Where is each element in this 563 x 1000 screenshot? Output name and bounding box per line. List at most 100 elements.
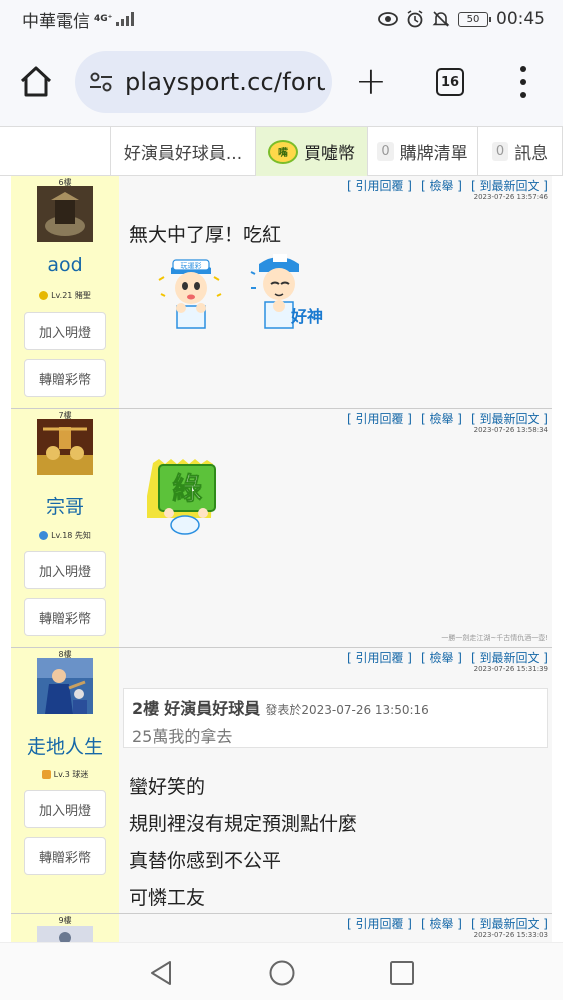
add-light-button[interactable]: 加入明燈 <box>24 790 106 828</box>
post-body: [ 引用回覆 ] [ 檢舉 ] [ 到最新回文 ] 2023-07-26 13:… <box>119 176 552 408</box>
username[interactable]: 走地人生 <box>11 732 119 759</box>
level-badge-icon <box>39 291 49 300</box>
quoted-post: 2樓 好演員好球員 發表於2023-07-26 13:50:16 25萬我的拿去 <box>123 688 548 748</box>
user-signature: 一勝一劍走江湖~千古情仇酒一壺! <box>441 634 548 642</box>
post-text-line: 規則裡沒有規定預測點什麼 <box>129 813 358 835</box>
post-text-line: 無大中了厚！吃紅 <box>129 224 282 246</box>
report-link[interactable]: [ 檢舉 ] <box>421 410 462 427</box>
eye-icon <box>378 12 398 26</box>
gift-coins-button[interactable]: 轉贈彩幣 <box>24 837 106 875</box>
floor-number: 9樓 <box>58 916 72 925</box>
carrier: 中華電信 4G⁺ <box>22 7 135 32</box>
buy-coins-label: 買噓幣 <box>304 144 355 164</box>
mute-bell-icon <box>432 11 450 27</box>
username[interactable]: aod <box>11 254 119 276</box>
quote-reply-link[interactable]: [ 引用回覆 ] <box>347 915 412 932</box>
add-light-button[interactable]: 加入明燈 <box>24 551 106 589</box>
alarm-icon <box>407 10 423 28</box>
quote-reply-link[interactable]: [ 引用回覆 ] <box>347 177 412 194</box>
tab-switcher-button[interactable]: 16 <box>436 68 464 96</box>
user-level-text: Lv.18 先知 <box>51 531 91 540</box>
buy-list-count: 0 <box>377 142 394 161</box>
battery-icon: 50 <box>458 11 491 27</box>
level-badge-icon <box>39 531 49 540</box>
post-list: 6樓 aod Lv.21 賭聖 加入明燈 轉贈彩幣 [ 引用回覆 ] [ 檢舉 … <box>0 176 563 942</box>
username[interactable]: 宗哥 <box>11 492 119 519</box>
post-actions: [ 引用回覆 ] [ 檢舉 ] [ 到最新回文 ] <box>347 177 548 194</box>
new-tab-button[interactable]: + <box>355 62 387 100</box>
status-bar: 中華電信 4G⁺ 50 00:45 <box>0 0 563 38</box>
post: 9樓 [ 引用回覆 ] [ 檢舉 ] [ 到最新回文 ] 2023-07-26 … <box>11 914 552 942</box>
post-time: 2023-07-26 13:58:34 <box>473 426 548 434</box>
buy-list-label: 購牌清單 <box>399 144 468 164</box>
post-actions: [ 引用回覆 ] [ 檢舉 ] [ 到最新回文 ] <box>347 915 548 932</box>
quote-reply-link[interactable]: [ 引用回覆 ] <box>347 410 412 427</box>
sticker-boy-2: 好神 <box>250 254 323 329</box>
post: 8樓 走地人生 Lv.3 球迷 加入明燈 轉贈彩幣 [ 引用回覆 ] [ 檢舉 … <box>11 648 552 914</box>
home-nav-icon[interactable] <box>268 959 296 987</box>
report-link[interactable]: [ 檢舉 ] <box>421 649 462 666</box>
post-author-panel: 7樓 宗哥 Lv.18 先知 加入明燈 轉贈彩幣 <box>11 409 119 647</box>
site-settings-icon[interactable] <box>87 68 115 96</box>
user-level-text: Lv.21 賭聖 <box>51 291 91 300</box>
report-link[interactable]: [ 檢舉 ] <box>421 177 462 194</box>
avatar[interactable] <box>37 926 93 942</box>
sticker-caption: 好神 <box>290 307 323 326</box>
messages-label: 訊息 <box>514 144 549 164</box>
post-actions: [ 引用回覆 ] [ 檢舉 ] [ 到最新回文 ] <box>347 410 548 427</box>
buy-list-link[interactable]: 0 購牌清單 <box>367 127 477 176</box>
site-nav: 好演員好球員... 嘴 買噓幣 0 購牌清單 0 訊息 <box>0 126 563 176</box>
gift-coins-button[interactable]: 轉贈彩幣 <box>24 359 106 397</box>
system-nav-bar <box>0 942 563 1000</box>
user-level: Lv.18 先知 <box>11 530 119 541</box>
back-icon[interactable] <box>148 959 174 987</box>
green-sign-sticker-image: 綠 <box>147 459 216 535</box>
post-author-panel: 9樓 <box>11 914 119 942</box>
network-type: 4G⁺ <box>94 13 113 24</box>
home-icon[interactable] <box>18 64 54 100</box>
post-author-panel: 8樓 走地人生 Lv.3 球迷 加入明燈 轉贈彩幣 <box>11 648 119 913</box>
report-link[interactable]: [ 檢舉 ] <box>421 915 462 932</box>
quote-author: 好演員好球員 <box>164 699 261 718</box>
to-latest-link[interactable]: [ 到最新回文 ] <box>471 410 548 427</box>
quote-floor: 2樓 <box>132 699 160 718</box>
address-bar[interactable]: playsport.cc/foru <box>75 51 332 113</box>
user-level: Lv.3 球迷 <box>11 769 119 780</box>
cheering-stickers-image: 玩運彩 好神 <box>158 254 323 329</box>
post-text-line: 真替你感到不公平 <box>129 850 282 872</box>
user-level: Lv.21 賭聖 <box>11 290 119 301</box>
post-body: [ 引用回覆 ] [ 檢舉 ] [ 到最新回文 ] 2023-07-26 15:… <box>119 914 552 942</box>
gift-coins-button[interactable]: 轉贈彩幣 <box>24 598 106 636</box>
level-badge-icon <box>41 770 51 779</box>
recents-icon[interactable] <box>389 959 415 987</box>
to-latest-link[interactable]: [ 到最新回文 ] <box>471 177 548 194</box>
carrier-name: 中華電信 <box>22 11 90 32</box>
quote-header: 2樓 好演員好球員 發表於2023-07-26 13:50:16 <box>132 695 539 719</box>
post: 6樓 aod Lv.21 賭聖 加入明燈 轉贈彩幣 [ 引用回覆 ] [ 檢舉 … <box>11 176 552 409</box>
post-body: [ 引用回覆 ] [ 檢舉 ] [ 到最新回文 ] 2023-07-26 13:… <box>119 409 552 647</box>
post-time: 2023-07-26 15:33:03 <box>473 931 548 939</box>
avatar[interactable] <box>37 658 93 714</box>
url-text[interactable]: playsport.cc/foru <box>125 68 325 96</box>
post-text-line: 可憐工友 <box>129 887 206 909</box>
post-text-line: 蠻好笑的 <box>129 776 206 798</box>
sticker-boy-1: 玩運彩 <box>158 259 222 329</box>
clock: 00:45 <box>496 9 545 29</box>
post-body: [ 引用回覆 ] [ 檢舉 ] [ 到最新回文 ] 2023-07-26 15:… <box>119 648 552 913</box>
forum-title-link[interactable]: 好演員好球員... <box>110 127 255 176</box>
buy-coins-button[interactable]: 嘴 買噓幣 <box>255 127 367 176</box>
avatar[interactable] <box>37 186 93 242</box>
avatar[interactable] <box>37 419 93 475</box>
post-time: 2023-07-26 15:31:39 <box>473 665 548 673</box>
to-latest-link[interactable]: [ 到最新回文 ] <box>471 649 548 666</box>
more-menu-icon[interactable] <box>518 66 528 98</box>
quote-reply-link[interactable]: [ 引用回覆 ] <box>347 649 412 666</box>
messages-count: 0 <box>491 142 509 161</box>
signal-icon <box>116 12 135 26</box>
battery-level: 50 <box>466 13 480 25</box>
sticker-cap-text: 玩運彩 <box>181 261 202 270</box>
add-light-button[interactable]: 加入明燈 <box>24 312 106 350</box>
messages-link[interactable]: 0 訊息 <box>477 127 563 176</box>
to-latest-link[interactable]: [ 到最新回文 ] <box>471 915 548 932</box>
post-actions: [ 引用回覆 ] [ 檢舉 ] [ 到最新回文 ] <box>347 649 548 666</box>
